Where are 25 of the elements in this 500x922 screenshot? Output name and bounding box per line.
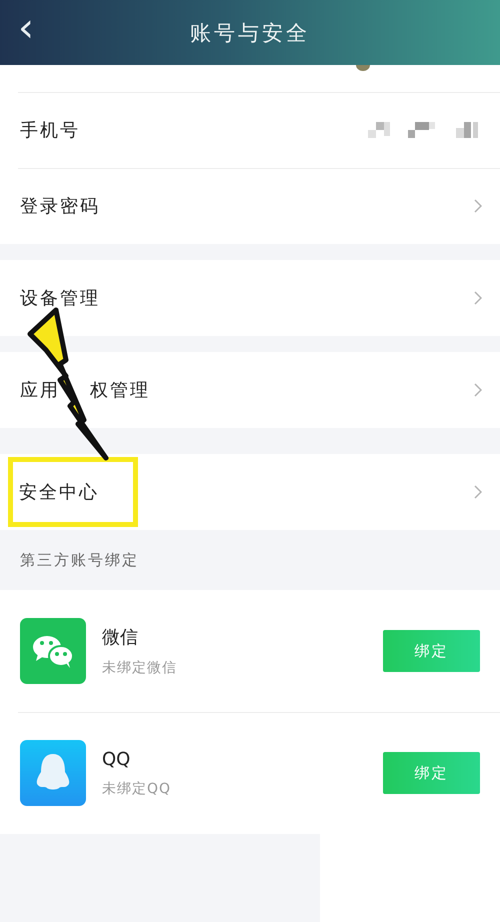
row-label: 应用 (20, 379, 60, 402)
chevron-right-icon (474, 485, 482, 499)
settings-row[interactable]: 安全中心 (0, 454, 500, 530)
row-label: 设备管理 (20, 287, 100, 310)
page-title: 账号与安全 (190, 20, 310, 46)
settings-row[interactable]: 手机号 (0, 92, 500, 168)
chevron-right-icon (474, 199, 482, 213)
binding-status: 未绑定QQ (102, 780, 172, 798)
row-label: 权管理 (90, 379, 150, 402)
row-label: 安全中心 (19, 482, 99, 503)
penguin-icon (20, 740, 86, 806)
section-title: 第三方账号绑定 (20, 550, 139, 570)
avatar-edge-icon (356, 65, 370, 71)
settings-row[interactable]: 设备管理 (0, 260, 500, 336)
settings-row[interactable]: 应用 权管理 (0, 352, 500, 428)
settings-row[interactable]: 登录密码 (0, 168, 500, 244)
row-label: 手机号 (20, 119, 80, 142)
chevron-right-icon (474, 383, 482, 397)
chat-bubbles-icon (20, 618, 86, 684)
back-button[interactable]: ‹ (12, 8, 40, 48)
account-name: QQ (102, 748, 132, 770)
row-label: 登录密码 (20, 195, 100, 218)
account-name: 微信 (102, 626, 139, 649)
chevron-right-icon (474, 291, 482, 305)
binding-status: 未绑定微信 (102, 659, 178, 677)
